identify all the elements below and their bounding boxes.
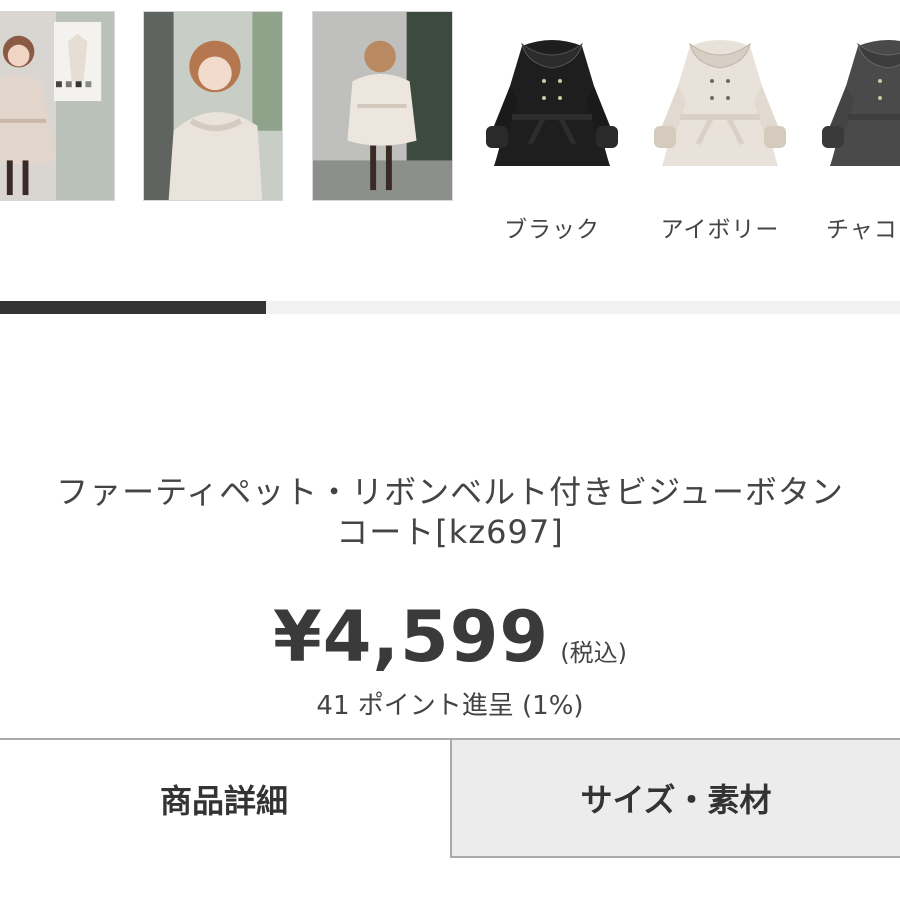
swatch-label: ブラック <box>504 217 600 243</box>
tab-size-material[interactable]: サイズ・素材 <box>450 738 900 858</box>
model-photo-3 <box>313 12 452 200</box>
product-title-line-1: ファーティペット・リボンベルト付きビジューボタン <box>56 473 844 511</box>
model-photo-2 <box>144 12 282 200</box>
product-photo-thumbnail-1[interactable] <box>0 11 115 201</box>
coat-black-icon <box>486 40 618 166</box>
coat-ivory-icon <box>654 40 786 166</box>
tax-included-note: (税込) <box>560 639 627 667</box>
product-photo-thumbnail-2[interactable] <box>143 11 283 201</box>
product-title-line-2: コート[kz697] <box>336 513 564 551</box>
reward-points: 41 ポイント進呈 (1%) <box>316 691 584 721</box>
product-info-tabs: 商品詳細 サイズ・素材 <box>0 738 900 860</box>
product-title: ファーティペット・リボンベルト付きビジューボタン コート[kz697] <box>0 472 900 552</box>
price-row: ¥4,599 (税込) <box>0 596 900 678</box>
product-photo-thumbnail-3[interactable] <box>312 11 453 201</box>
swatch-label: アイボリー <box>660 217 780 243</box>
color-swatch-charcoal[interactable]: チャコ <box>818 26 900 256</box>
carousel-scroll-progress-fill <box>0 301 266 314</box>
product-image-carousel[interactable]: ブラック アイボリー チャコ <box>0 0 900 300</box>
swatch-label: チャコ <box>826 217 898 243</box>
carousel-scroll-progress[interactable] <box>0 301 900 314</box>
model-photo-1 <box>0 12 114 200</box>
coat-charcoal-icon <box>822 40 900 166</box>
color-swatch-black[interactable]: ブラック <box>482 26 622 256</box>
tab-product-details[interactable]: 商品詳細 <box>0 738 452 858</box>
product-price: ¥4,599 <box>273 596 550 678</box>
color-swatch-ivory[interactable]: アイボリー <box>650 26 790 256</box>
